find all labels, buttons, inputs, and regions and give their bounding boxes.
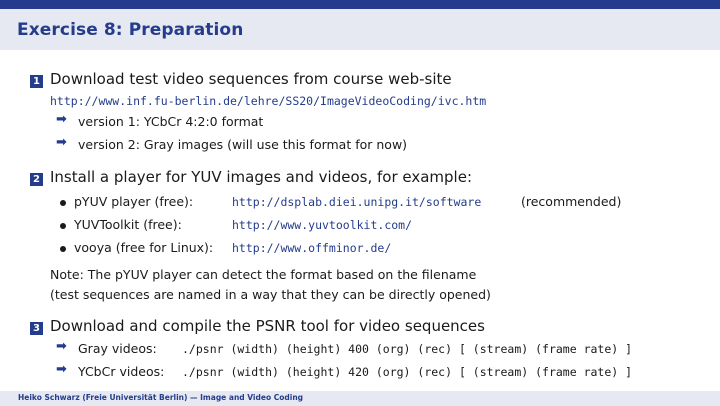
step-number-3: 3 [30,322,43,335]
player-2-link[interactable]: http://www.yuvtoolkit.com/ [232,218,412,232]
step-1-item-1: version 1: YCbCr 4:2:0 format [78,114,264,129]
right-arrow-icon: ➡ [56,135,67,150]
bullet-icon [60,223,66,229]
player-2-name: YUVToolkit (free): [74,217,182,232]
step-number-1: 1 [30,75,43,88]
right-arrow-icon: ➡ [56,339,67,354]
player-3-name: vooya (free for Linux): [74,240,214,255]
player-1-link[interactable]: http://dsplab.diei.unipg.it/software [232,195,481,209]
step-2-text: Install a player for YUV images and vide… [50,168,472,186]
step-1-item-2: version 2: Gray images (will use this fo… [78,137,408,152]
right-arrow-icon: ➡ [56,112,67,127]
step-1-text: Download test video sequences from cours… [50,70,452,88]
right-arrow-icon: ➡ [56,362,67,377]
command-1-label: Gray videos: [78,341,157,356]
bullet-icon [60,200,66,206]
bullet-icon [60,246,66,252]
note-line-2: (test sequences are named in a way that … [50,287,491,302]
player-1-note: (recommended) [521,194,622,209]
step-number-2: 2 [30,173,43,186]
page-title: Exercise 8: Preparation [17,20,244,40]
player-1-name: pYUV player (free): [74,194,194,209]
player-3-link[interactable]: http://www.offminor.de/ [232,241,391,255]
step-3-text: Download and compile the PSNR tool for v… [50,317,485,335]
command-1-text: ./psnr (width) (height) 400 (org) (rec) … [182,342,633,356]
course-website-link[interactable]: http://www.inf.fu-berlin.de/lehre/SS20/I… [50,94,486,108]
command-2-label: YCbCr videos: [78,364,165,379]
top-accent-bar [0,0,720,9]
footer-text: Heiko Schwarz (Freie Universität Berlin)… [18,393,304,402]
footer-bar: Heiko Schwarz (Freie Universität Berlin)… [0,391,720,406]
note-line-1: Note: The pYUV player can detect the for… [50,267,477,282]
command-2-text: ./psnr (width) (height) 420 (org) (rec) … [182,365,633,379]
